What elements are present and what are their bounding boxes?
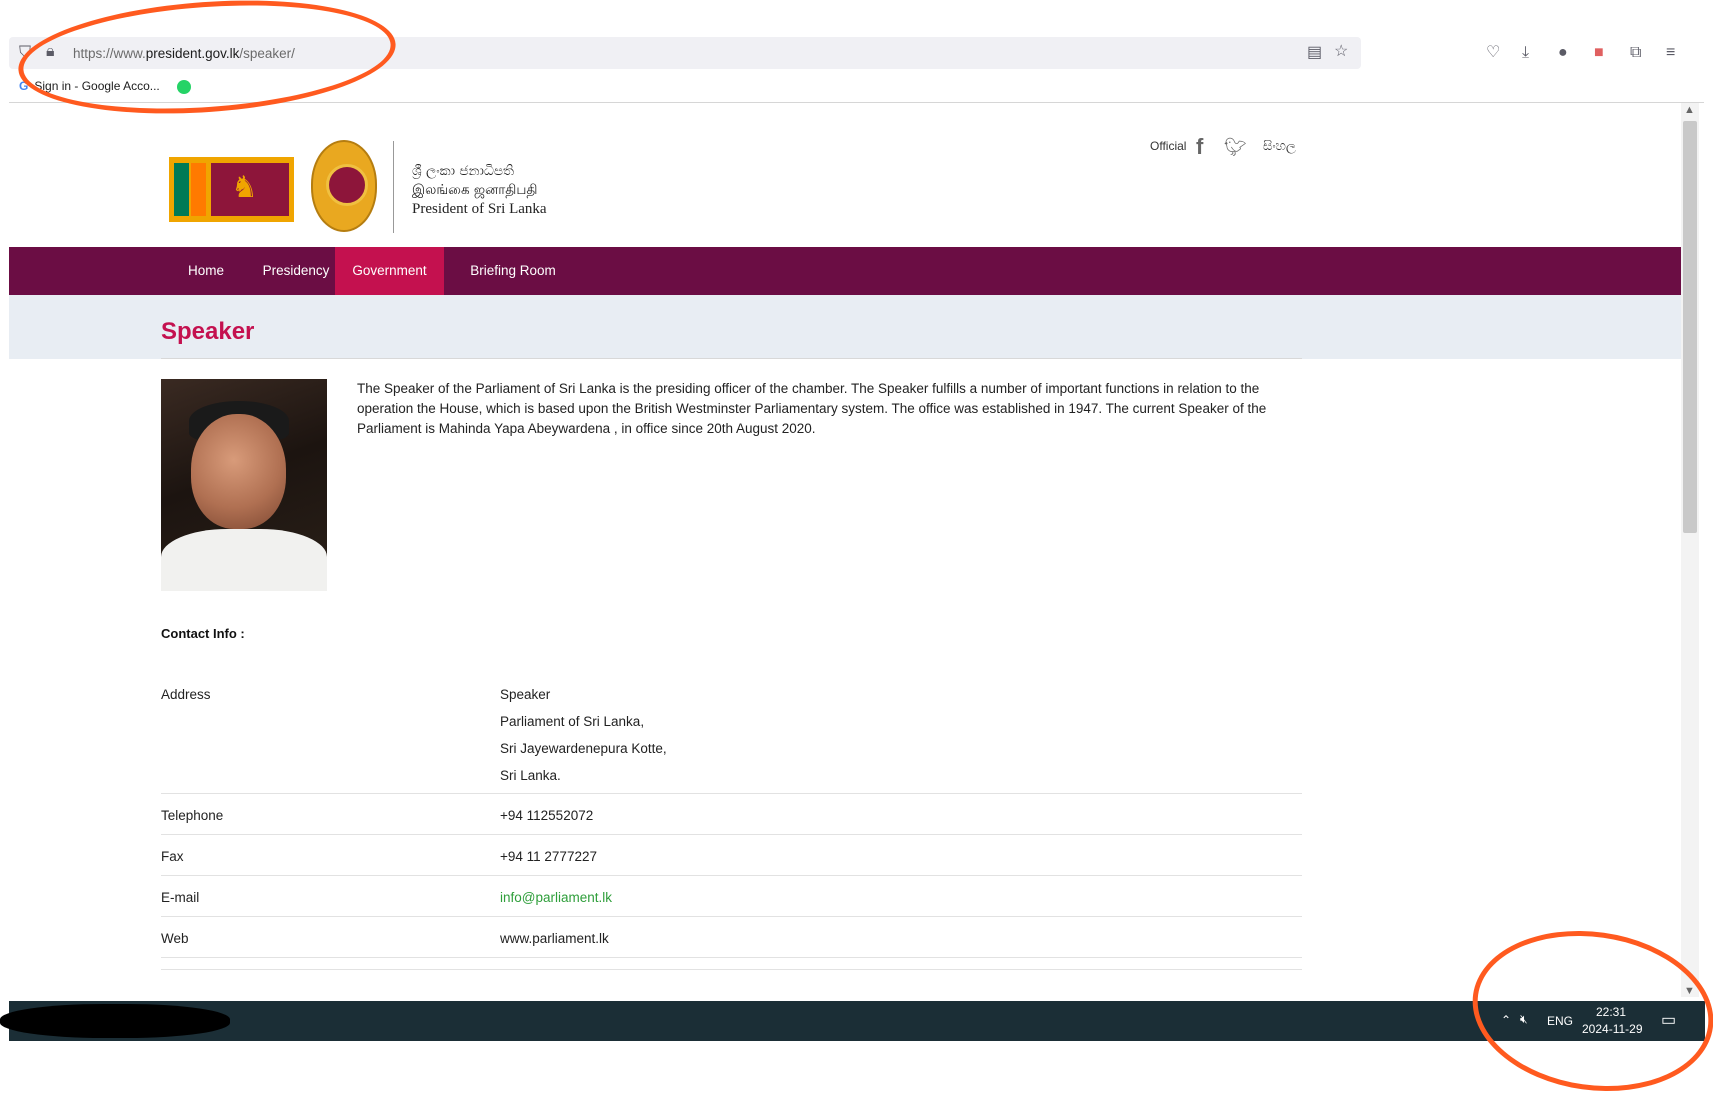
address-line: Speaker (500, 687, 551, 702)
title-tamil: இலங்கை ஜனாதிபதி (412, 182, 538, 198)
email-link[interactable]: info@parliament.lk (500, 890, 612, 905)
redacted-area (0, 1004, 230, 1038)
bookmark-star-icon[interactable]: ☆ (1334, 43, 1348, 61)
nav-briefing-room[interactable]: Briefing Room (457, 247, 569, 295)
web-value: www.parliament.lk (500, 931, 609, 946)
speaker-photo (161, 379, 327, 591)
annotation-circle-url (14, 0, 400, 126)
extension-red-icon[interactable]: ■ (1594, 44, 1604, 62)
title-band (9, 295, 1681, 359)
address-line: Sri Lanka. (500, 768, 561, 783)
site-title[interactable]: ශ්‍රී ලංකා ජනාධිපති இலங்கை ஜனாதிபதி Pres… (412, 162, 547, 219)
sri-lanka-flag: ♞ (169, 157, 294, 222)
title-english: President of Sri Lanka (412, 201, 547, 217)
fax-label: Fax (161, 849, 184, 864)
scrollbar-thumb[interactable] (1683, 121, 1697, 533)
national-emblem (311, 140, 377, 232)
telephone-label: Telephone (161, 808, 224, 823)
telephone-value: +94 112552072 (500, 808, 594, 823)
taskbar: ⌃ 🔇︎ ENG 22:31 2024-11-29 ▭ (9, 1001, 1705, 1041)
fax-value: +94 11 2777227 (500, 849, 597, 864)
row-divider (161, 969, 1302, 970)
menu-icon[interactable]: ≡ (1666, 44, 1675, 62)
email-label: E-mail (161, 890, 200, 905)
download-icon[interactable]: ⤓ (1522, 44, 1529, 62)
page-title: Speaker (161, 318, 255, 345)
web-label: Web (161, 931, 189, 946)
main-nav: Home Presidency Government Briefing Room (9, 247, 1681, 295)
address-line: Parliament of Sri Lanka, (500, 714, 645, 729)
account-icon[interactable]: ● (1558, 44, 1568, 62)
title-divider (161, 358, 1302, 359)
row-divider (161, 875, 1302, 876)
pocket-icon[interactable]: ♡ (1486, 44, 1500, 62)
scroll-up-icon[interactable]: ▲ (1684, 104, 1695, 116)
row-divider (161, 834, 1302, 835)
row-divider (161, 957, 1302, 958)
language-switch[interactable]: සිංහල (1263, 138, 1296, 154)
contact-heading: Contact Info : (161, 626, 245, 641)
facebook-icon[interactable]: f (1196, 134, 1203, 160)
address-label: Address (161, 687, 211, 702)
header-divider (393, 141, 394, 233)
extensions-puzzle-icon[interactable]: ⧉ (1630, 44, 1641, 62)
twitter-icon[interactable]: 🐦︎ (1224, 137, 1247, 158)
nav-presidency[interactable]: Presidency (246, 247, 346, 295)
address-line: Sri Jayewardenepura Kotte, (500, 741, 667, 756)
row-divider (161, 793, 1302, 794)
official-label: Official (1150, 139, 1187, 153)
lion-icon: ♞ (231, 171, 258, 204)
nav-government[interactable]: Government (335, 247, 444, 295)
reader-view-icon[interactable]: ▤ (1307, 44, 1322, 62)
nav-home[interactable]: Home (166, 247, 246, 295)
annotation-circle-clock (1462, 915, 1713, 1106)
title-sinhala: ශ්‍රී ලංකා ජනාධිපති (412, 163, 515, 179)
row-divider (161, 916, 1302, 917)
speaker-bio: The Speaker of the Parliament of Sri Lan… (357, 381, 1267, 436)
